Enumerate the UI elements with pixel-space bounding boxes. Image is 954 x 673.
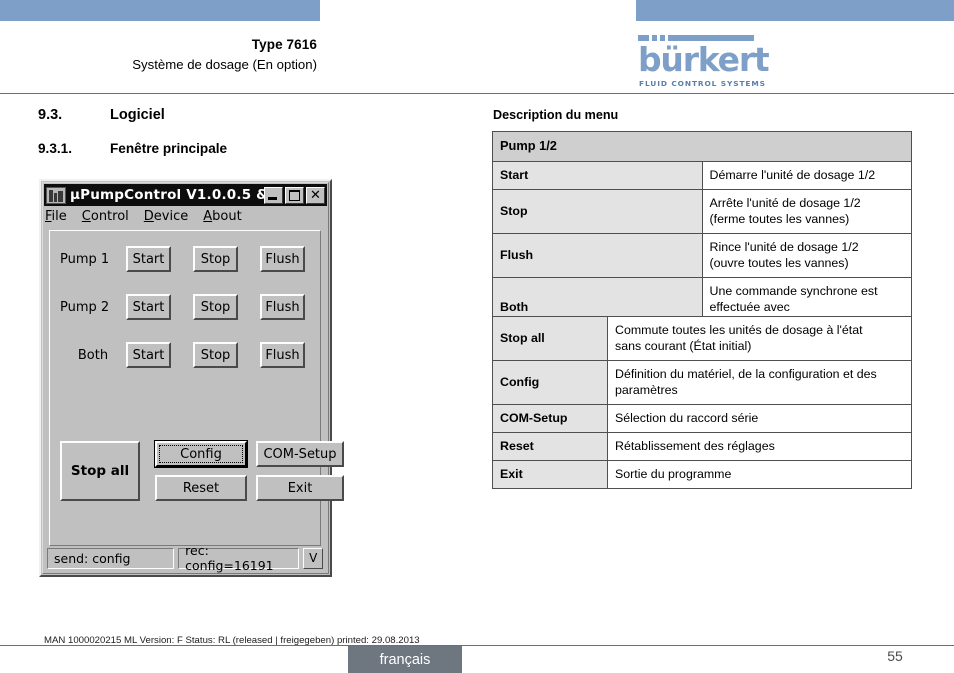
table2-key-com-setup: COM-Setup: [492, 404, 608, 433]
pump-1-start-button[interactable]: Start: [126, 246, 171, 272]
table-row: Stop Arrête l'unité de dosage 1/2 (ferme …: [492, 189, 912, 234]
both-start-button[interactable]: Start: [126, 342, 171, 368]
logo-wordmark: bürkert: [638, 40, 770, 79]
header-accent-bar-left: [0, 0, 320, 21]
section-number-9-3-1: 9.3.1.: [38, 141, 73, 156]
app-icon: [46, 186, 66, 204]
both-flush-button[interactable]: Flush: [260, 342, 305, 368]
burkert-logo: bürkert FLUID CONTROL SYSTEMS: [636, 35, 776, 93]
window-controls: ✕: [264, 186, 325, 204]
table-row: Config Définition du matériel, de la con…: [492, 360, 912, 405]
document-metadata: MAN 1000020215 ML Version: F Status: RL …: [44, 635, 420, 646]
window-statusbar: send: config rec: config=16191 V: [47, 543, 323, 573]
language-badge: français: [348, 646, 462, 673]
window-menubar: File Control Device About: [45, 209, 242, 224]
section-heading-9-3-1: 9.3.1. Fenêtre principale: [38, 141, 227, 156]
header-divider: [0, 93, 954, 94]
section-label-9-3: Logiciel: [110, 107, 165, 123]
stop-all-button[interactable]: Stop all: [60, 441, 140, 501]
config-button-label: Config: [159, 445, 243, 463]
table2-value-config: Définition du matériel, de la configurat…: [607, 360, 912, 405]
table2-value-reset: Rétablissement des réglages: [607, 432, 912, 461]
section-label-9-3-1: Fenêtre principale: [110, 141, 228, 156]
table-row: Flush Rince l'unité de dosage 1/2 (ouvre …: [492, 233, 912, 278]
table2-key-reset: Reset: [492, 432, 608, 461]
window-titlebar: µPumpControl V1.0.0.5 & ... ✕: [44, 184, 327, 206]
header-accent-bar-right: [636, 0, 954, 21]
menu-item-device[interactable]: Device: [144, 209, 188, 224]
table2-value-stop-all: Commute toutes les unités de dosage à l'…: [607, 316, 912, 361]
table-row: Stop all Commute toutes les unités de do…: [492, 316, 912, 361]
menu-item-control[interactable]: Control: [82, 209, 129, 224]
pump-1-stop-button[interactable]: Stop: [193, 246, 238, 272]
table2-value-com-setup: Sélection du raccord série: [607, 404, 912, 433]
pump-1-label: Pump 1: [60, 251, 110, 267]
exit-button[interactable]: Exit: [256, 475, 344, 501]
section-heading-9-3: 9.3. Logiciel: [38, 107, 165, 123]
app-window-screenshot: µPumpControl V1.0.0.5 & ... ✕ File Contr…: [39, 179, 344, 577]
close-icon[interactable]: ✕: [306, 186, 325, 204]
pump-row-1: Pump 1 Start Stop Flush: [60, 245, 312, 273]
page-number: 55: [887, 648, 903, 664]
page-header: Type 7616 Système de dosage (En option) …: [0, 21, 954, 93]
com-setup-button[interactable]: COM-Setup: [256, 441, 344, 467]
config-button[interactable]: Config: [154, 440, 248, 468]
menu-description-title: Description du menu: [493, 108, 619, 122]
logo-dash-3: [660, 35, 665, 41]
table-header-row: Pump 1/2: [492, 131, 912, 162]
reset-button[interactable]: Reset: [155, 475, 247, 501]
logo-dash-1: [638, 35, 649, 41]
pump-2-start-button[interactable]: Start: [126, 294, 171, 320]
pump-1-flush-button[interactable]: Flush: [260, 246, 305, 272]
table2-value-exit: Sortie du programme: [607, 460, 912, 489]
table2-key-config: Config: [492, 360, 608, 405]
section-number-9-3: 9.3.: [38, 107, 63, 123]
table1-header-label: Pump 1/2: [492, 131, 912, 162]
table1-value-stop: Arrête l'unité de dosage 1/2 (ferme toute…: [701, 189, 912, 234]
table-row: Start Démarre l'unité de dosage 1/2: [492, 161, 912, 190]
document-type-title: Type 7616: [251, 37, 317, 52]
table2-key-exit: Exit: [492, 460, 608, 489]
pump-2-stop-button[interactable]: Stop: [193, 294, 238, 320]
table1-value-flush: Rince l'unité de dosage 1/2 (ouvre toutes…: [701, 233, 912, 278]
minimize-icon[interactable]: [264, 186, 283, 204]
both-label: Both: [77, 347, 109, 363]
logo-dashes: [638, 35, 754, 42]
menu-item-about[interactable]: About: [203, 209, 241, 224]
chevron-down-icon[interactable]: V: [303, 547, 323, 569]
menu-description-table-pump: Pump 1/2 Start Démarre l'unité de dosage…: [492, 131, 912, 338]
controls-panel: Pump 1 Start Stop Flush Pump 2 Start Sto…: [49, 230, 344, 546]
table1-value-start: Démarre l'unité de dosage 1/2: [701, 161, 912, 190]
window-title: µPumpControl V1.0.0.5 & ...: [70, 187, 264, 203]
document-subtitle: Système de dosage (En option): [132, 57, 317, 72]
table-row: COM-Setup Sélection du raccord série: [492, 404, 912, 433]
action-button-group: Stop all Config COM-Setup Reset Exit: [60, 440, 344, 503]
pump-row-both: Both Start Stop Flush: [60, 341, 312, 369]
table1-key-flush: Flush: [492, 233, 703, 278]
menu-item-file[interactable]: File: [45, 209, 67, 224]
table1-key-stop: Stop: [492, 189, 703, 234]
pump-2-flush-button[interactable]: Flush: [260, 294, 305, 320]
table-row: Reset Rétablissement des réglages: [492, 432, 912, 461]
menu-description-table-actions: Stop all Commute toutes les unités de do…: [492, 316, 912, 489]
maximize-icon[interactable]: [285, 186, 304, 204]
pump-row-2: Pump 2 Start Stop Flush: [60, 293, 312, 321]
table-row: Exit Sortie du programme: [492, 460, 912, 489]
status-send-field: send: config: [47, 547, 175, 569]
table2-key-stop-all: Stop all: [492, 316, 608, 361]
both-stop-button[interactable]: Stop: [193, 342, 238, 368]
logo-dash-2: [652, 35, 657, 41]
logo-dash-4: [668, 35, 754, 41]
logo-tagline: FLUID CONTROL SYSTEMS: [639, 79, 766, 88]
pump-2-label: Pump 2: [60, 299, 110, 315]
status-rec-field: rec: config=16191: [178, 543, 300, 573]
table1-key-start: Start: [492, 161, 703, 190]
